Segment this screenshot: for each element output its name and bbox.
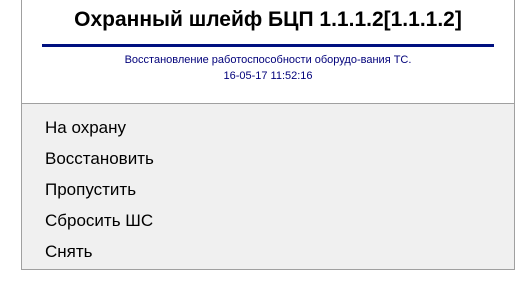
menu-item-restore[interactable]: Восстановить <box>22 143 514 174</box>
context-menu: Охранный шлейф БЦП 1.1.1.2[1.1.1.2] Восс… <box>21 0 515 270</box>
menu-item-reset-loop[interactable]: Сбросить ШС <box>22 205 514 236</box>
menu-header: Охранный шлейф БЦП 1.1.1.2[1.1.1.2] Восс… <box>22 0 514 103</box>
status-message: Восстановление работоспособности оборудо… <box>124 54 412 66</box>
title-underline <box>42 44 494 47</box>
menu-items: На охрану Восстановить Пропустить Сброси… <box>22 112 514 267</box>
menu-item-disarm[interactable]: Снять <box>22 236 514 267</box>
menu-subtitle: Восстановление работоспособности оборудо… <box>22 52 514 84</box>
menu-item-skip[interactable]: Пропустить <box>22 174 514 205</box>
event-timestamp: 16-05-17 11:52:16 <box>223 70 313 82</box>
header-divider <box>22 103 514 104</box>
menu-item-arm[interactable]: На охрану <box>22 112 514 143</box>
menu-title: Охранный шлейф БЦП 1.1.1.2[1.1.1.2] <box>74 8 462 31</box>
